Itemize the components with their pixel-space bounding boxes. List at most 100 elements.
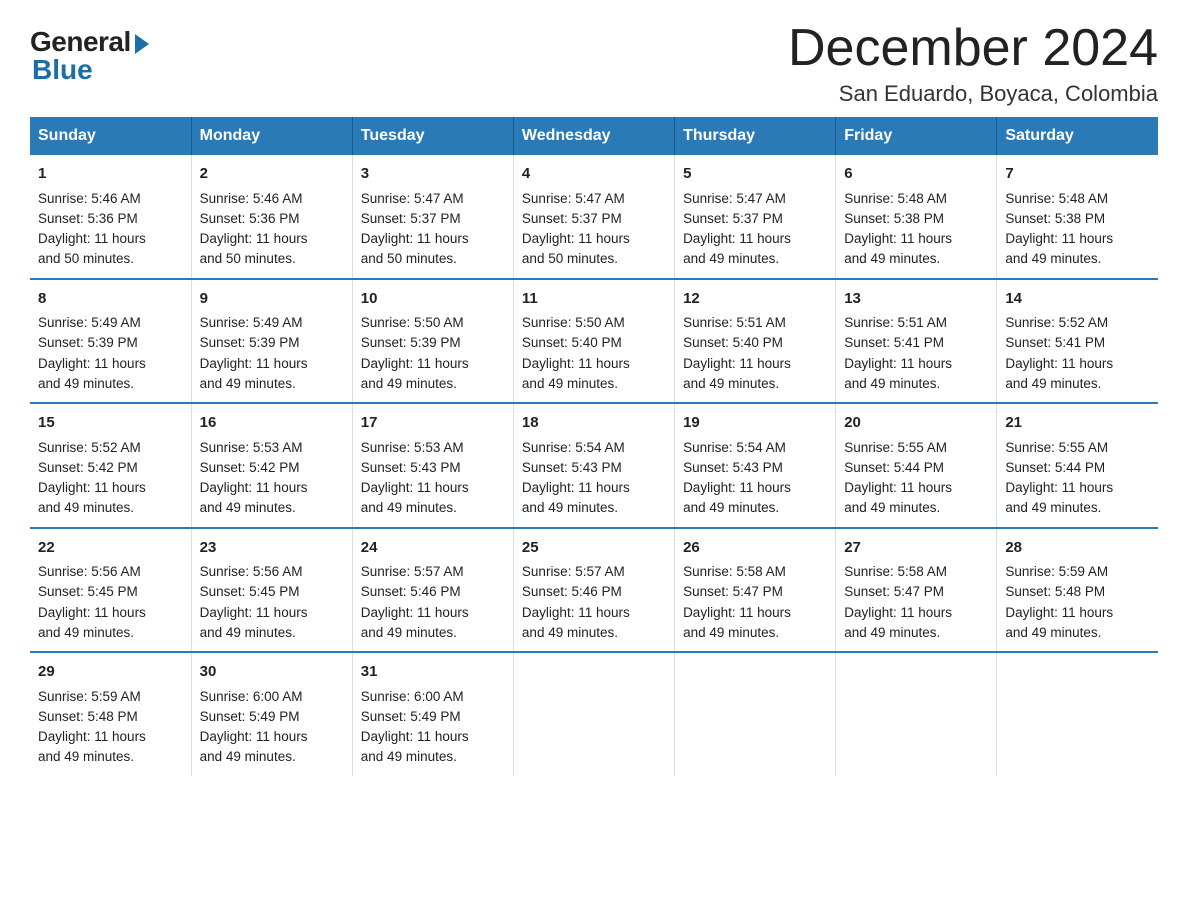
day-cell: 31 Sunrise: 6:00 AM Sunset: 5:49 PM Dayli…: [352, 652, 513, 776]
day-cell: 18Sunrise: 5:54 AM Sunset: 5:43 PM Dayli…: [513, 403, 674, 528]
day-number: 9: [200, 288, 344, 311]
day-info: Sunrise: 5:49 AM Sunset: 5:39 PM Dayligh…: [200, 313, 344, 394]
day-cell: 17Sunrise: 5:53 AM Sunset: 5:43 PM Dayli…: [352, 403, 513, 528]
day-info: Sunrise: 5:48 AM Sunset: 5:38 PM Dayligh…: [1005, 189, 1150, 270]
day-info: Sunrise: 6:00 AM Sunset: 5:49 PM Dayligh…: [361, 687, 505, 768]
week-row-3: 15Sunrise: 5:52 AM Sunset: 5:42 PM Dayli…: [30, 403, 1158, 528]
day-number: 16: [200, 412, 344, 435]
day-number: 23: [200, 537, 344, 560]
day-cell: 1Sunrise: 5:46 AM Sunset: 5:36 PM Daylig…: [30, 155, 191, 279]
day-cell: 4 Sunrise: 5:47 AM Sunset: 5:37 PM Daylig…: [513, 155, 674, 279]
day-number: 27: [844, 537, 988, 560]
day-info: Sunrise: 5:50 AM Sunset: 5:40 PM Dayligh…: [522, 313, 666, 394]
day-number: 29: [38, 661, 183, 684]
day-info: Sunrise: 5:53 AM Sunset: 5:42 PM Dayligh…: [200, 438, 344, 519]
day-cell: 20Sunrise: 5:55 AM Sunset: 5:44 PM Dayli…: [836, 403, 997, 528]
day-cell: 19Sunrise: 5:54 AM Sunset: 5:43 PM Dayli…: [675, 403, 836, 528]
day-number: 21: [1005, 412, 1150, 435]
day-info: Sunrise: 5:58 AM Sunset: 5:47 PM Dayligh…: [683, 562, 827, 643]
day-number: 5: [683, 163, 827, 186]
day-cell: 30 Sunrise: 6:00 AM Sunset: 5:49 PM Dayli…: [191, 652, 352, 776]
day-cell: 12Sunrise: 5:51 AM Sunset: 5:40 PM Dayli…: [675, 279, 836, 404]
day-number: 11: [522, 288, 666, 311]
day-info: Sunrise: 5:56 AM Sunset: 5:45 PM Dayligh…: [200, 562, 344, 643]
day-number: 15: [38, 412, 183, 435]
day-number: 8: [38, 288, 183, 311]
day-cell: 29 Sunrise: 5:59 AM Sunset: 5:48 PM Dayli…: [30, 652, 191, 776]
day-cell: 23Sunrise: 5:56 AM Sunset: 5:45 PM Dayli…: [191, 528, 352, 653]
day-number: 2: [200, 163, 344, 186]
day-cell: 28Sunrise: 5:59 AM Sunset: 5:48 PM Dayli…: [997, 528, 1158, 653]
day-cell: 16 Sunrise: 5:53 AM Sunset: 5:42 PM Dayli…: [191, 403, 352, 528]
logo: General Blue: [30, 20, 149, 86]
day-cell: 9Sunrise: 5:49 AM Sunset: 5:39 PM Daylig…: [191, 279, 352, 404]
day-info: Sunrise: 5:48 AM Sunset: 5:38 PM Dayligh…: [844, 189, 988, 270]
day-info: Sunrise: 5:47 AM Sunset: 5:37 PM Dayligh…: [361, 189, 505, 270]
day-cell: 21 Sunrise: 5:55 AM Sunset: 5:44 PM Dayli…: [997, 403, 1158, 528]
day-cell: 6 Sunrise: 5:48 AM Sunset: 5:38 PM Daylig…: [836, 155, 997, 279]
week-row-1: 1 Sunrise: 5:46 AM Sunset: 5:36 PM Daylig…: [30, 155, 1158, 279]
day-number: 13: [844, 288, 988, 311]
day-number: 25: [522, 537, 666, 560]
day-number: 3: [361, 163, 505, 186]
day-number: 22: [38, 537, 183, 560]
day-cell: [997, 652, 1158, 776]
subtitle: San Eduardo, Boyaca, Colombia: [788, 81, 1158, 107]
week-row-2: 8Sunrise: 5:49 AM Sunset: 5:39 PM Daylig…: [30, 279, 1158, 404]
day-cell: 13Sunrise: 5:51 AM Sunset: 5:41 PM Dayli…: [836, 279, 997, 404]
calendar-table: SundayMondayTuesdayWednesdayThursdayFrid…: [30, 117, 1158, 776]
day-cell: 25Sunrise: 5:57 AM Sunset: 5:46 PM Dayli…: [513, 528, 674, 653]
day-number: 31: [361, 661, 505, 684]
day-info: Sunrise: 5:47 AM Sunset: 5:37 PM Dayligh…: [522, 189, 666, 270]
header-tuesday: Tuesday: [352, 117, 513, 155]
day-info: Sunrise: 5:54 AM Sunset: 5:43 PM Dayligh…: [522, 438, 666, 519]
header-sunday: Sunday: [30, 117, 191, 155]
day-number: 7: [1005, 163, 1150, 186]
day-cell: 3 Sunrise: 5:47 AM Sunset: 5:37 PM Daylig…: [352, 155, 513, 279]
logo-arrow-icon: [135, 34, 149, 54]
day-number: 20: [844, 412, 988, 435]
day-info: Sunrise: 5:54 AM Sunset: 5:43 PM Dayligh…: [683, 438, 827, 519]
day-cell: 24Sunrise: 5:57 AM Sunset: 5:46 PM Dayli…: [352, 528, 513, 653]
day-number: 26: [683, 537, 827, 560]
week-row-5: 29 Sunrise: 5:59 AM Sunset: 5:48 PM Dayli…: [30, 652, 1158, 776]
day-info: Sunrise: 5:47 AM Sunset: 5:37 PM Dayligh…: [683, 189, 827, 270]
day-cell: 11Sunrise: 5:50 AM Sunset: 5:40 PM Dayli…: [513, 279, 674, 404]
day-info: Sunrise: 5:49 AM Sunset: 5:39 PM Dayligh…: [38, 313, 183, 394]
day-info: Sunrise: 6:00 AM Sunset: 5:49 PM Dayligh…: [200, 687, 344, 768]
logo-blue-text: Blue: [30, 54, 93, 86]
day-info: Sunrise: 5:51 AM Sunset: 5:40 PM Dayligh…: [683, 313, 827, 394]
title-block: December 2024 San Eduardo, Boyaca, Colom…: [788, 20, 1158, 107]
day-cell: 15Sunrise: 5:52 AM Sunset: 5:42 PM Dayli…: [30, 403, 191, 528]
day-number: 12: [683, 288, 827, 311]
day-number: 24: [361, 537, 505, 560]
day-number: 6: [844, 163, 988, 186]
day-cell: 10Sunrise: 5:50 AM Sunset: 5:39 PM Dayli…: [352, 279, 513, 404]
day-number: 4: [522, 163, 666, 186]
day-cell: [836, 652, 997, 776]
day-cell: [513, 652, 674, 776]
day-number: 30: [200, 661, 344, 684]
day-info: Sunrise: 5:53 AM Sunset: 5:43 PM Dayligh…: [361, 438, 505, 519]
day-number: 1: [38, 163, 183, 186]
day-cell: [675, 652, 836, 776]
day-info: Sunrise: 5:58 AM Sunset: 5:47 PM Dayligh…: [844, 562, 988, 643]
day-info: Sunrise: 5:50 AM Sunset: 5:39 PM Dayligh…: [361, 313, 505, 394]
day-cell: 5 Sunrise: 5:47 AM Sunset: 5:37 PM Daylig…: [675, 155, 836, 279]
page-header: General Blue December 2024 San Eduardo, …: [30, 20, 1158, 107]
day-cell: 8Sunrise: 5:49 AM Sunset: 5:39 PM Daylig…: [30, 279, 191, 404]
day-cell: 2 Sunrise: 5:46 AM Sunset: 5:36 PM Daylig…: [191, 155, 352, 279]
day-info: Sunrise: 5:59 AM Sunset: 5:48 PM Dayligh…: [1005, 562, 1150, 643]
header-wednesday: Wednesday: [513, 117, 674, 155]
day-info: Sunrise: 5:59 AM Sunset: 5:48 PM Dayligh…: [38, 687, 183, 768]
calendar-header-row: SundayMondayTuesdayWednesdayThursdayFrid…: [30, 117, 1158, 155]
day-number: 10: [361, 288, 505, 311]
day-info: Sunrise: 5:55 AM Sunset: 5:44 PM Dayligh…: [1005, 438, 1150, 519]
week-row-4: 22Sunrise: 5:56 AM Sunset: 5:45 PM Dayli…: [30, 528, 1158, 653]
day-info: Sunrise: 5:46 AM Sunset: 5:36 PM Dayligh…: [200, 189, 344, 270]
day-info: Sunrise: 5:57 AM Sunset: 5:46 PM Dayligh…: [361, 562, 505, 643]
day-number: 28: [1005, 537, 1150, 560]
day-info: Sunrise: 5:52 AM Sunset: 5:41 PM Dayligh…: [1005, 313, 1150, 394]
day-cell: 7 Sunrise: 5:48 AM Sunset: 5:38 PM Daylig…: [997, 155, 1158, 279]
day-info: Sunrise: 5:56 AM Sunset: 5:45 PM Dayligh…: [38, 562, 183, 643]
